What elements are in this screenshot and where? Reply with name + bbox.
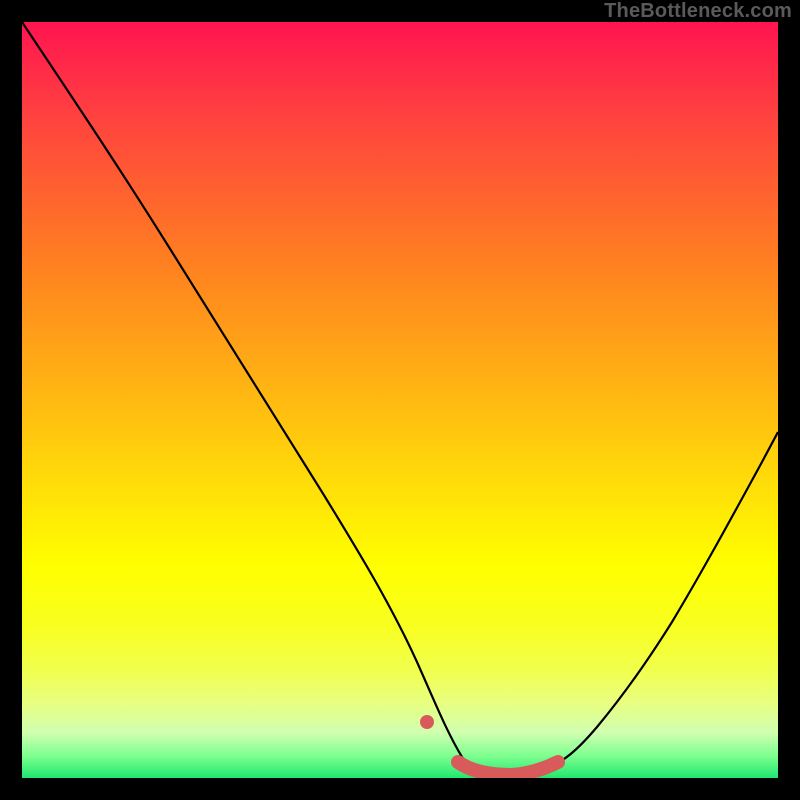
chart-svg [22, 22, 778, 778]
bottleneck-curve-line [22, 22, 778, 774]
chart-container [22, 22, 778, 778]
marker-trough-segment [458, 762, 558, 775]
marker-left-dot [420, 715, 434, 729]
watermark-text: TheBottleneck.com [604, 0, 792, 23]
